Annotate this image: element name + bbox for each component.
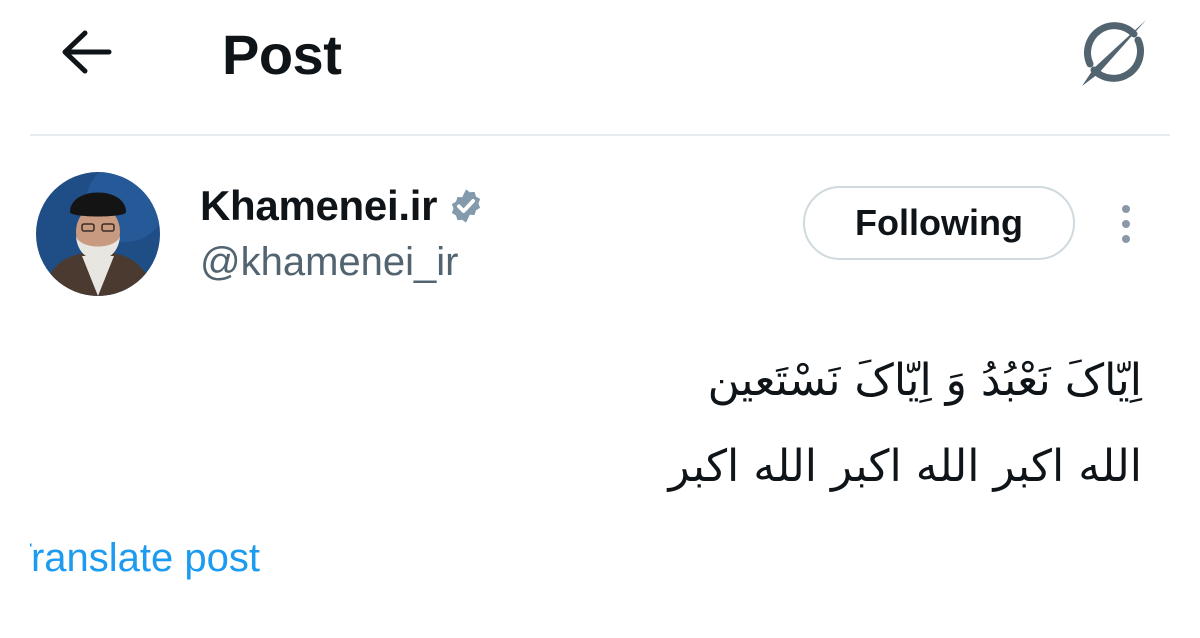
post-detail-page: Post Khamenei.ir @khamenei_ir Following …	[0, 0, 1200, 638]
author-handle[interactable]: @khamenei_ir	[200, 236, 459, 288]
post-text: اِیّاکَ نَعْبُدُ وَ اِیّاکَ نَسْتَعین ال…	[442, 338, 1142, 510]
arrow-left-icon	[62, 30, 112, 74]
dot	[1122, 235, 1130, 243]
post-line-2: الله اکبر الله اکبر الله اکبر	[668, 441, 1142, 492]
profile-photo	[36, 172, 160, 296]
grok-slash-circle-icon	[1082, 20, 1146, 86]
post-line-1: اِیّاکَ نَعْبُدُ وَ اِیّاکَ نَسْتَعین	[707, 355, 1142, 406]
top-bar: Post	[0, 0, 1200, 136]
more-vertical-icon[interactable]	[1108, 198, 1144, 250]
dot	[1122, 220, 1130, 228]
avatar[interactable]	[36, 172, 160, 296]
header-divider	[30, 134, 1170, 136]
translate-post-label: Translate post	[30, 536, 260, 580]
dot	[1122, 205, 1130, 213]
following-button[interactable]: Following	[803, 186, 1075, 260]
back-button[interactable]	[56, 22, 116, 82]
page-title: Post	[222, 23, 342, 86]
translate-post-link[interactable]: Translate post	[30, 530, 430, 586]
grok-button[interactable]	[1072, 10, 1156, 94]
author-name-row[interactable]: Khamenei.ir	[200, 180, 487, 232]
verified-badge-icon	[447, 186, 487, 226]
author-name: Khamenei.ir	[200, 182, 438, 229]
